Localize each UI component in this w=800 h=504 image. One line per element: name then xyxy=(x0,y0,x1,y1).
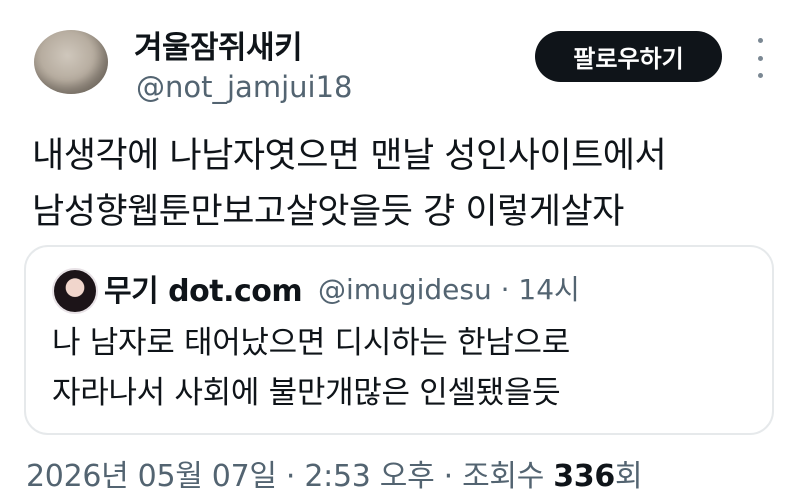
author-avatar[interactable] xyxy=(34,30,108,94)
author-display-name[interactable]: 겨울잠쥐새키 xyxy=(134,22,303,67)
tweet-line: 내생각에 나남자엿으면 맨날 성인사이트에서 xyxy=(32,136,667,176)
quoted-tweet-text: 나 남자로 태어났으면 디시하는 한남으로 자라나서 사회에 불만개많은 인셀됐… xyxy=(52,318,752,418)
view-suffix: 회 xyxy=(614,459,643,494)
tweet-text: 내생각에 나남자엿으면 맨날 성인사이트에서 남성향웹툰만보고살앗을듯 걍 이렇… xyxy=(32,128,782,240)
timestamp[interactable]: 2026년 05월 07일 · 2:53 오후 · 조회수 xyxy=(26,459,553,494)
quoted-author-name: 무기 dot.com xyxy=(104,274,303,309)
view-count: 336 xyxy=(553,459,615,494)
more-dot xyxy=(757,38,763,43)
more-dot xyxy=(757,73,763,78)
quoted-line: 자라나서 사회에 불만개많은 인셀됐을듯 xyxy=(52,375,561,411)
quoted-author-avatar xyxy=(52,268,98,314)
tweet-meta: 2026년 05월 07일 · 2:53 오후 · 조회수 336회 xyxy=(26,451,643,495)
tweet-line: 남성향웹툰만보고살앗을듯 걍 이렇게살자 xyxy=(32,192,624,232)
quoted-line: 나 남자로 태어났으면 디시하는 한남으로 xyxy=(52,325,570,361)
follow-button[interactable]: 팔로우하기 xyxy=(535,31,722,82)
quoted-author-handle-time: @imugidesu · 14시 xyxy=(318,273,580,306)
author-handle[interactable]: @not_jamjui18 xyxy=(136,70,352,104)
more-dot xyxy=(757,55,763,61)
more-vertical-icon[interactable] xyxy=(750,38,770,78)
